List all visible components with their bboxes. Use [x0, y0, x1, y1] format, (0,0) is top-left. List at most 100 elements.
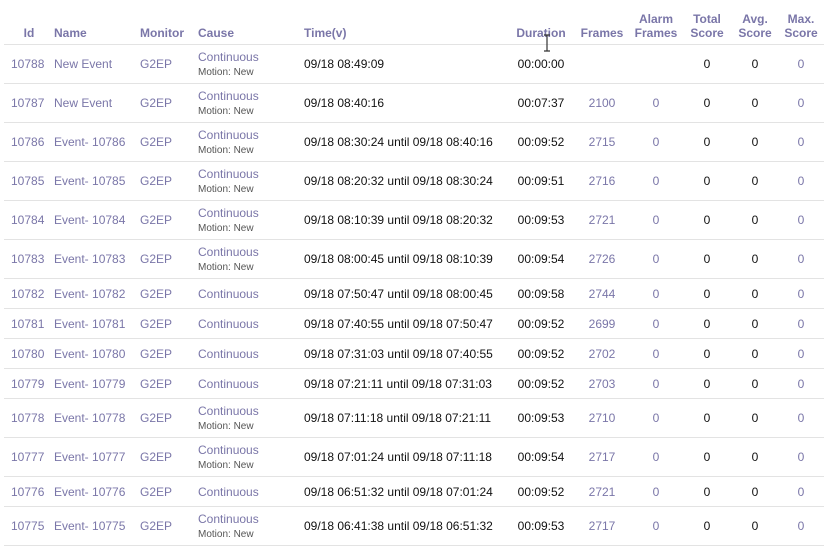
table-row[interactable]: 10778 Event- 10778 G2EP Continuous Motion: N…: [4, 398, 824, 438]
event-name-link[interactable]: Event- 10784: [54, 213, 125, 227]
event-name-link[interactable]: Event- 10779: [54, 377, 125, 391]
monitor-link[interactable]: G2EP: [140, 519, 172, 533]
event-name-link[interactable]: Event- 10783: [54, 252, 125, 266]
event-name-link[interactable]: Event- 10775: [54, 519, 125, 533]
cause-link[interactable]: Continuous: [198, 49, 304, 65]
frames-link[interactable]: 2717: [589, 519, 616, 533]
event-id-link[interactable]: 10779: [11, 377, 44, 391]
cause-link[interactable]: Continuous: [198, 88, 304, 104]
alarm-frames-link[interactable]: 0: [653, 213, 660, 227]
alarm-frames-link[interactable]: 0: [653, 135, 660, 149]
column-header-frames[interactable]: Frames: [574, 4, 630, 45]
max-score-link[interactable]: 0: [798, 519, 805, 533]
table-row[interactable]: 10776 Event- 10776 G2EP Continuous 09/18 06:…: [4, 476, 824, 507]
cause-link[interactable]: Continuous: [198, 205, 304, 221]
monitor-link[interactable]: G2EP: [140, 485, 172, 499]
frames-link[interactable]: 2744: [589, 287, 616, 301]
table-row[interactable]: 10777 Event- 10777 G2EP Continuous Motion: N…: [4, 437, 824, 477]
cause-link[interactable]: Continuous: [198, 442, 304, 458]
event-name-link[interactable]: New Event: [54, 96, 112, 110]
monitor-link[interactable]: G2EP: [140, 347, 172, 361]
cause-link[interactable]: Continuous: [198, 511, 304, 527]
monitor-link[interactable]: G2EP: [140, 174, 172, 188]
monitor-link[interactable]: G2EP: [140, 317, 172, 331]
max-score-link[interactable]: 0: [798, 213, 805, 227]
cause-link[interactable]: Continuous: [198, 484, 304, 500]
event-name-link[interactable]: Event- 10781: [54, 317, 125, 331]
event-name-link[interactable]: Event- 10786: [54, 135, 125, 149]
max-score-link[interactable]: 0: [798, 174, 805, 188]
alarm-frames-link[interactable]: 0: [653, 317, 660, 331]
column-header-alarm-frames[interactable]: Alarm Frames: [630, 4, 682, 45]
column-header-name[interactable]: Name: [54, 4, 140, 45]
table-row[interactable]: 10788 New Event G2EP Continuous Motion: New 0…: [4, 44, 824, 84]
max-score-link[interactable]: 0: [798, 317, 805, 331]
monitor-link[interactable]: G2EP: [140, 450, 172, 464]
max-score-link[interactable]: 0: [798, 252, 805, 266]
alarm-frames-link[interactable]: 0: [653, 252, 660, 266]
table-row[interactable]: 10781 Event- 10781 G2EP Continuous 09/18 07:…: [4, 308, 824, 339]
table-row[interactable]: 10785 Event- 10785 G2EP Continuous Motion: N…: [4, 161, 824, 201]
column-header-monitor[interactable]: Monitor: [140, 4, 198, 45]
cause-link[interactable]: Continuous: [198, 286, 304, 302]
event-id-link[interactable]: 10778: [11, 411, 44, 425]
max-score-link[interactable]: 0: [798, 287, 805, 301]
monitor-link[interactable]: G2EP: [140, 411, 172, 425]
column-header-time[interactable]: Time(v): [304, 4, 508, 45]
event-id-link[interactable]: 10783: [11, 252, 44, 266]
alarm-frames-link[interactable]: 0: [653, 485, 660, 499]
cause-link[interactable]: Continuous: [198, 127, 304, 143]
monitor-link[interactable]: G2EP: [140, 377, 172, 391]
monitor-link[interactable]: G2EP: [140, 135, 172, 149]
table-row[interactable]: 10779 Event- 10779 G2EP Continuous 09/18 07:…: [4, 368, 824, 399]
alarm-frames-link[interactable]: 0: [653, 377, 660, 391]
max-score-link[interactable]: 0: [798, 135, 805, 149]
column-header-max-score[interactable]: Max. Score: [778, 4, 824, 45]
table-row[interactable]: 10780 Event- 10780 G2EP Continuous 09/18 07:…: [4, 338, 824, 369]
frames-link[interactable]: 2726: [589, 252, 616, 266]
max-score-link[interactable]: 0: [798, 57, 805, 71]
event-name-link[interactable]: Event- 10777: [54, 450, 125, 464]
event-id-link[interactable]: 10782: [11, 287, 44, 301]
cause-link[interactable]: Continuous: [198, 316, 304, 332]
event-id-link[interactable]: 10784: [11, 213, 44, 227]
column-header-avg-score[interactable]: Avg. Score: [732, 4, 778, 45]
event-id-link[interactable]: 10788: [11, 57, 44, 71]
column-header-id[interactable]: Id: [4, 4, 54, 45]
event-name-link[interactable]: Event- 10776: [54, 485, 125, 499]
column-header-total-score[interactable]: Total Score: [682, 4, 732, 45]
max-score-link[interactable]: 0: [798, 377, 805, 391]
table-row[interactable]: 10787 New Event G2EP Continuous Motion: New 0…: [4, 83, 824, 123]
frames-link[interactable]: 2721: [589, 485, 616, 499]
monitor-link[interactable]: G2EP: [140, 287, 172, 301]
event-id-link[interactable]: 10777: [11, 450, 44, 464]
event-id-link[interactable]: 10776: [11, 485, 44, 499]
event-name-link[interactable]: Event- 10778: [54, 411, 125, 425]
frames-link[interactable]: 2702: [589, 347, 616, 361]
event-id-link[interactable]: 10781: [11, 317, 44, 331]
cause-link[interactable]: Continuous: [198, 376, 304, 392]
cause-link[interactable]: Continuous: [198, 403, 304, 419]
table-row[interactable]: 10782 Event- 10782 G2EP Continuous 09/18 07:…: [4, 278, 824, 309]
event-id-link[interactable]: 10787: [11, 96, 44, 110]
frames-link[interactable]: 2710: [589, 411, 616, 425]
cause-link[interactable]: Continuous: [198, 166, 304, 182]
event-id-link[interactable]: 10786: [11, 135, 44, 149]
event-name-link[interactable]: Event- 10782: [54, 287, 125, 301]
frames-link[interactable]: 2715: [589, 135, 616, 149]
alarm-frames-link[interactable]: 0: [653, 287, 660, 301]
alarm-frames-link[interactable]: 0: [653, 347, 660, 361]
table-row[interactable]: 10783 Event- 10783 G2EP Continuous Motion: N…: [4, 239, 824, 279]
frames-link[interactable]: 2717: [589, 450, 616, 464]
frames-link[interactable]: 2721: [589, 213, 616, 227]
event-name-link[interactable]: Event- 10780: [54, 347, 125, 361]
event-id-link[interactable]: 10785: [11, 174, 44, 188]
cause-link[interactable]: Continuous: [198, 346, 304, 362]
max-score-link[interactable]: 0: [798, 347, 805, 361]
column-header-cause[interactable]: Cause: [198, 4, 304, 45]
frames-link[interactable]: 2703: [589, 377, 616, 391]
frames-link[interactable]: 2699: [589, 317, 616, 331]
max-score-link[interactable]: 0: [798, 96, 805, 110]
event-id-link[interactable]: 10780: [11, 347, 44, 361]
monitor-link[interactable]: G2EP: [140, 57, 172, 71]
